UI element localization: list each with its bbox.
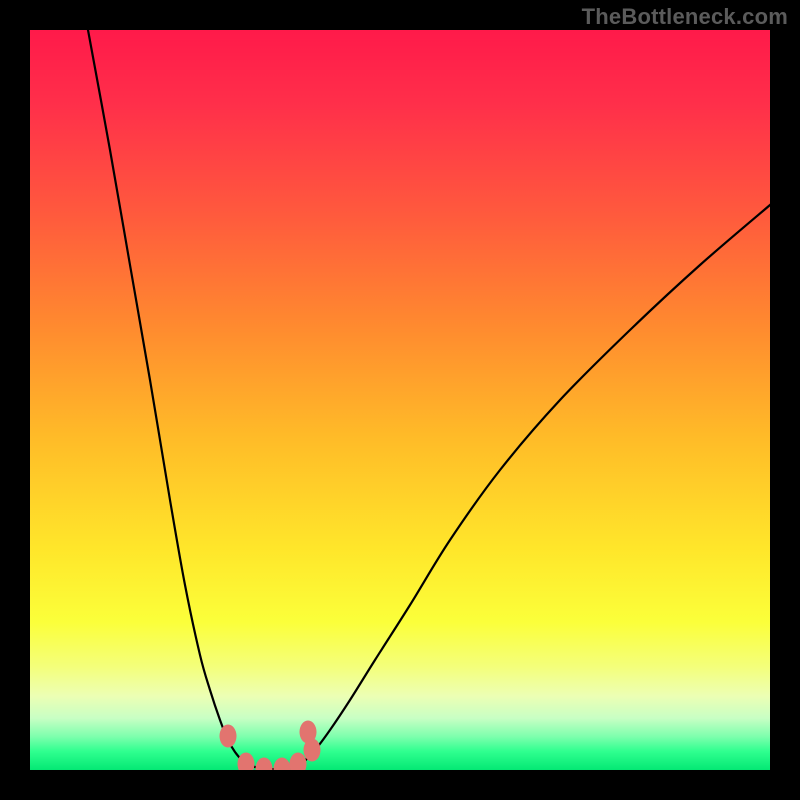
watermark-text: TheBottleneck.com — [582, 4, 788, 30]
marker-dot — [256, 758, 273, 771]
outer-frame: TheBottleneck.com — [0, 0, 800, 800]
marker-dot — [300, 721, 317, 744]
plot-area — [30, 30, 770, 770]
marker-dot — [220, 725, 237, 748]
marker-dot — [274, 758, 291, 771]
curve-layer — [30, 30, 770, 770]
marker-dot — [290, 753, 307, 771]
marker-group — [220, 721, 321, 771]
bottleneck-curve — [88, 30, 770, 769]
marker-dot — [238, 753, 255, 771]
